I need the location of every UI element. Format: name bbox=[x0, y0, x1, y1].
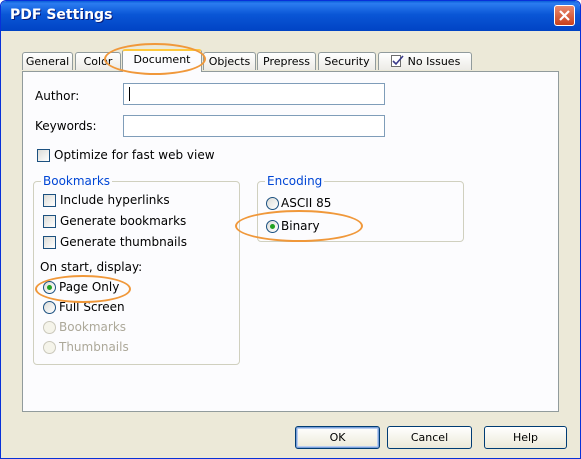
tab-label: Security bbox=[324, 55, 370, 68]
keywords-label: Keywords: bbox=[35, 119, 97, 133]
tab-label: No Issues bbox=[407, 55, 461, 68]
encoding-group: Encoding ASCII 85 Binary bbox=[257, 174, 464, 242]
keywords-input[interactable] bbox=[123, 115, 385, 137]
bookmarks-group: Bookmarks Include hyperlinks Generate bo… bbox=[33, 174, 240, 365]
generate-thumbnails-label[interactable]: Generate thumbnails bbox=[60, 235, 187, 249]
full-screen-label[interactable]: Full Screen bbox=[59, 300, 125, 314]
document-panel: Author: Keywords: Optimize for fast web … bbox=[22, 71, 559, 412]
encoding-group-title: Encoding bbox=[265, 174, 325, 188]
tab-label: General bbox=[25, 55, 70, 68]
tab-label: Color bbox=[83, 55, 113, 68]
tab-no-issues[interactable]: No Issues bbox=[378, 52, 472, 70]
include-hyperlinks-label[interactable]: Include hyperlinks bbox=[60, 193, 170, 207]
generate-bookmarks-checkbox[interactable] bbox=[43, 215, 56, 228]
tab-document[interactable]: Document bbox=[122, 49, 202, 72]
include-hyperlinks-checkbox[interactable] bbox=[43, 194, 56, 207]
binary-radio[interactable] bbox=[266, 220, 279, 233]
page-only-radio[interactable] bbox=[43, 281, 56, 294]
generate-thumbnails-checkbox[interactable] bbox=[43, 236, 56, 249]
close-button[interactable] bbox=[554, 5, 575, 26]
ascii85-label[interactable]: ASCII 85 bbox=[281, 196, 331, 210]
optimize-label[interactable]: Optimize for fast web view bbox=[54, 148, 215, 162]
generate-bookmarks-label[interactable]: Generate bookmarks bbox=[60, 214, 186, 228]
optimize-checkbox[interactable] bbox=[37, 149, 50, 162]
tab-general[interactable]: General bbox=[22, 52, 73, 70]
start-display-label: On start, display: bbox=[40, 260, 143, 274]
window-title: PDF Settings bbox=[10, 7, 113, 23]
bookmarks-group-title: Bookmarks bbox=[41, 174, 113, 188]
tab-color[interactable]: Color bbox=[75, 52, 121, 70]
ok-button[interactable]: OK bbox=[295, 426, 380, 449]
tab-objects[interactable]: Objects bbox=[203, 52, 256, 70]
text-caret bbox=[129, 87, 130, 101]
tab-label: Objects bbox=[208, 55, 251, 68]
bookmarks-radio bbox=[43, 321, 56, 334]
tab-prepress[interactable]: Prepress bbox=[257, 52, 316, 70]
tab-label: Prepress bbox=[263, 55, 310, 68]
page-only-label[interactable]: Page Only bbox=[59, 280, 119, 294]
tab-label: Document bbox=[133, 53, 191, 66]
help-button[interactable]: Help bbox=[484, 426, 567, 449]
cancel-button[interactable]: Cancel bbox=[387, 426, 472, 449]
close-icon bbox=[559, 10, 570, 21]
bookmarks-radio-label: Bookmarks bbox=[59, 320, 127, 334]
ascii85-radio[interactable] bbox=[266, 197, 279, 210]
binary-label[interactable]: Binary bbox=[281, 219, 320, 233]
pdf-settings-dialog: PDF Settings General Color Document Obje… bbox=[0, 0, 581, 459]
full-screen-radio[interactable] bbox=[43, 301, 56, 314]
tab-security[interactable]: Security bbox=[318, 52, 376, 70]
check-document-icon bbox=[390, 55, 404, 67]
author-label: Author: bbox=[35, 89, 80, 103]
author-input[interactable] bbox=[123, 83, 385, 105]
thumbnails-radio-label: Thumbnails bbox=[59, 340, 129, 354]
thumbnails-radio bbox=[43, 341, 56, 354]
title-bar[interactable]: PDF Settings bbox=[1, 1, 580, 31]
